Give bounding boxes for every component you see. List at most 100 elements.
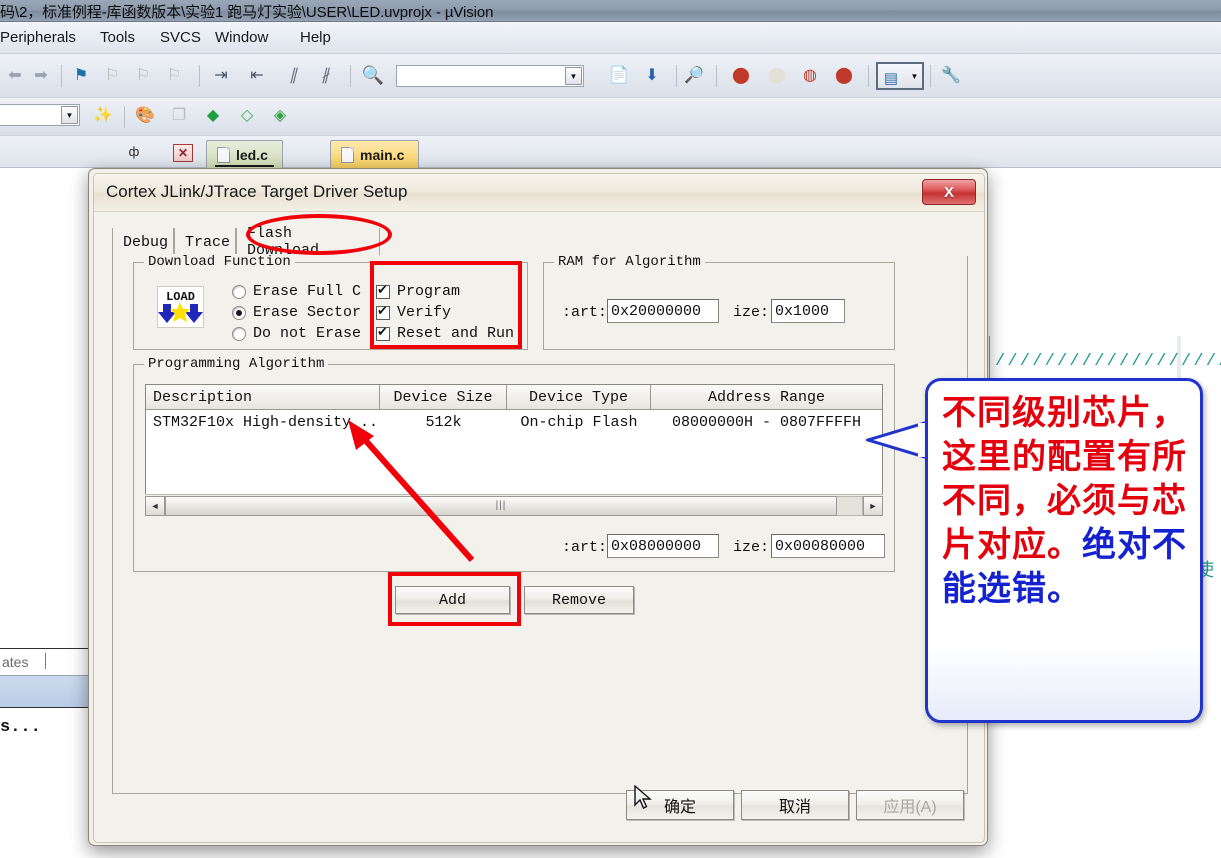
flash-size-label: ize:	[733, 539, 770, 556]
tab-led-c[interactable]: led.c	[206, 140, 283, 168]
manage-windows-button[interactable]: ▤ ▼	[876, 62, 924, 90]
chevron-down-icon[interactable]: ▼	[908, 67, 921, 85]
bookmark-clear-icon[interactable]: ⚐	[163, 65, 185, 87]
menu-peripherals[interactable]: Peripherals	[0, 29, 76, 46]
close-button[interactable]: X	[922, 179, 976, 205]
tab-debug[interactable]: Debug	[112, 228, 174, 256]
col-device-type[interactable]: Device Type	[507, 385, 651, 410]
col-description[interactable]: Description	[146, 385, 380, 410]
dialog-titlebar[interactable]: Cortex JLink/JTrace Target Driver Setup …	[94, 174, 984, 212]
options-target-icon[interactable]: 📄	[608, 65, 630, 87]
flash-start-label: :art:	[562, 539, 608, 556]
breakpoint-disable-icon[interactable]: ◍	[799, 65, 821, 87]
tab-trace[interactable]: Trace	[174, 228, 236, 256]
tab-main-c[interactable]: main.c	[330, 140, 420, 168]
manage-components-icon[interactable]: ❐	[168, 105, 190, 127]
table-hscrollbar[interactable]: ◄ ||| ►	[145, 494, 883, 516]
menu-tools[interactable]: Tools	[100, 29, 135, 46]
checkbox-program[interactable]: Program	[376, 283, 460, 300]
find-combo[interactable]: ▼	[396, 65, 584, 87]
toolbar-primary: ⬅ ➡ ⚑ ⚐ ⚐ ⚐ ⇥ ⇤ ∥ ∦ 🔍 ▼ 📄 ⬇ 🔎 ⬤ ⬤ ◍ ⬤ ▤ …	[0, 54, 1221, 98]
menu-svcs[interactable]: SVCS	[160, 29, 201, 46]
flash-start-input[interactable]: 0x08000000	[607, 534, 719, 558]
configure-icon[interactable]: 🔧	[940, 65, 962, 87]
menu-window[interactable]: Window	[215, 29, 268, 46]
batch-build-icon[interactable]: ✨	[92, 105, 114, 127]
scroll-thumb[interactable]: |||	[165, 495, 837, 516]
cell-description: STM32F10x High-density ...	[153, 413, 380, 431]
indent-decrease-icon[interactable]: ⇤	[246, 65, 268, 87]
target-select-combo[interactable]: ▼	[0, 104, 80, 126]
checkbox-reset-and-run[interactable]: Reset and Run	[376, 325, 514, 342]
breakpoint-kill-icon[interactable]: ⬤	[766, 65, 788, 87]
radio-icon[interactable]	[232, 326, 246, 341]
remove-button[interactable]: Remove	[524, 586, 634, 614]
radio-icon[interactable]	[232, 305, 246, 320]
scroll-left-icon[interactable]: ◄	[145, 495, 165, 516]
breakpoint-disable-all-icon[interactable]: ⬤	[833, 65, 855, 87]
comment-icon[interactable]: ∥	[282, 65, 304, 87]
checkbox-icon[interactable]	[376, 304, 390, 320]
start-debug-icon[interactable]: 🔎	[683, 65, 705, 87]
menu-help[interactable]: Help	[300, 29, 331, 46]
radio-label: Do not Erase	[253, 325, 362, 342]
project-pane-text-bottom: s...	[0, 718, 41, 737]
target-options-icon[interactable]: 🎨	[134, 105, 156, 127]
radio-erase-sector[interactable]: Erase Sector	[232, 304, 361, 321]
cell-device-size: 512k	[425, 413, 462, 431]
pack-installer-icon[interactable]: ◆	[202, 105, 224, 127]
cancel-button[interactable]: 取消	[741, 790, 849, 820]
ram-size-label: ize:	[733, 304, 770, 321]
radio-do-not-erase[interactable]: Do not Erase	[232, 325, 361, 342]
checkbox-label: Verify	[397, 304, 452, 321]
annotation-callout: 不同级别芯片，这里的配置有所不同，必须与芯片对应。绝对不能选错。	[925, 378, 1203, 723]
programming-algorithm-label: Programming Algorithm	[144, 356, 329, 372]
checkbox-verify[interactable]: Verify	[376, 304, 451, 321]
table-row[interactable]: STM32F10x High-density ... 512k On-chip …	[146, 410, 882, 434]
checkbox-icon[interactable]	[376, 283, 390, 299]
radio-icon[interactable]	[232, 284, 246, 299]
scroll-track[interactable]	[837, 495, 863, 516]
project-pane-text-top: ates	[2, 654, 29, 670]
radio-label: Erase Sector	[253, 304, 362, 321]
ok-button[interactable]: 确定	[626, 790, 734, 820]
manage-run-env-icon[interactable]: ◈	[269, 105, 291, 127]
table-header-row: Description Device Size Device Type Addr…	[146, 385, 882, 410]
find-in-files-icon[interactable]: 🔍	[362, 64, 384, 86]
menubar: Peripherals Tools SVCS Window Help	[0, 22, 1221, 54]
file-icon	[217, 146, 230, 163]
bookmark-toggle-icon[interactable]: ⚑	[70, 65, 92, 87]
debug-settings-icon[interactable]: ⬇	[641, 65, 663, 87]
chevron-down-icon[interactable]: ▼	[61, 106, 78, 124]
cell-address-range: 08000000H - 0807FFFFH	[671, 413, 862, 431]
chevron-down-icon[interactable]: ▼	[565, 67, 582, 85]
checkbox-icon[interactable]	[376, 325, 390, 341]
load-icon: LOAD	[157, 286, 204, 328]
col-address-range[interactable]: Address Range	[651, 385, 882, 410]
checkbox-label: Reset and Run	[397, 325, 515, 342]
apply-button: 应用(A)	[856, 790, 964, 820]
uncomment-icon[interactable]: ∦	[314, 65, 336, 87]
breakpoint-insert-icon[interactable]: ⬤	[730, 65, 752, 87]
bookmark-prev-icon[interactable]: ⚐	[101, 65, 123, 87]
pin-icon[interactable]: ф	[126, 143, 142, 161]
scroll-right-icon[interactable]: ►	[863, 495, 883, 516]
ram-start-label: :art:	[562, 304, 608, 321]
bookmark-next-icon[interactable]: ⚐	[132, 65, 154, 87]
close-icon[interactable]: ✕	[173, 144, 193, 162]
nav-forward-icon[interactable]: ➡	[30, 65, 52, 87]
ram-start-input[interactable]: 0x20000000	[607, 299, 719, 323]
cell-device-type: On-chip Flash	[520, 413, 638, 431]
col-device-size[interactable]: Device Size	[380, 385, 507, 410]
ram-size-input[interactable]: 0x1000	[771, 299, 845, 323]
radio-erase-full-chip[interactable]: Erase Full C	[232, 283, 361, 300]
flash-size-input[interactable]: 0x00080000	[771, 534, 885, 558]
radio-label: Erase Full C	[253, 283, 362, 300]
pack-filter-icon[interactable]: ◇	[236, 105, 258, 127]
nav-back-icon[interactable]: ⬅	[4, 65, 26, 87]
load-icon-svg: LOAD	[158, 290, 203, 323]
tab-flash-download[interactable]: Flash Download	[236, 225, 380, 259]
indent-increase-icon[interactable]: ⇥	[210, 65, 232, 87]
add-button[interactable]: Add	[395, 586, 510, 614]
tab-label: main.c	[360, 146, 405, 163]
